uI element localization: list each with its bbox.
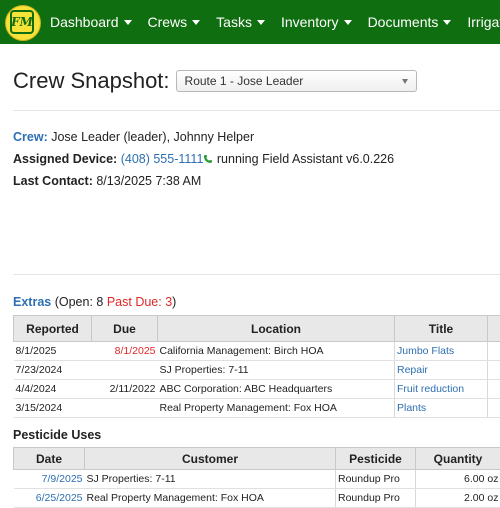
date-link[interactable]: 7/9/2025 [42,473,83,485]
pesticide-heading: Pesticide Uses [13,428,101,442]
cell-extra [488,361,500,380]
table-row[interactable]: 4/4/2024 2/11/2022 ABC Corporation: ABC … [14,380,500,399]
chevron-down-icon [192,20,200,25]
table-row[interactable]: 8/1/2025 8/1/2025 California Management:… [14,342,500,361]
extras-past-due: Past Due: 3 [107,295,172,309]
nav-inventory[interactable]: Inventory [273,14,360,30]
last-contact-label: Last Contact: [13,174,93,188]
top-navbar: FM Dashboard Crews Tasks Inventory Docum… [0,0,500,44]
title-link[interactable]: Plants [397,402,426,414]
col-title[interactable]: Title [395,316,488,342]
col-quantity[interactable]: Quantity [416,448,500,470]
crew-select-value: Route 1 - Jose Leader [185,74,304,88]
last-contact-line: Last Contact: 8/13/2025 7:38 AM [13,174,201,188]
device-app: running Field Assistant v6.0.226 [217,152,394,166]
dropdown-arrow-icon [402,79,408,84]
cell-quantity: 2.00 oz [416,489,500,508]
nav-crews[interactable]: Crews [140,14,209,30]
cell-reported: 7/23/2024 [14,361,92,380]
date-link[interactable]: 6/25/2025 [36,492,83,504]
cell-location: California Management: Birch HOA [158,342,395,361]
title-row: Crew Snapshot: Route 1 - Jose Leader [13,68,417,94]
last-contact-value: 8/13/2025 7:38 AM [96,174,201,188]
cell-extra [488,399,500,418]
col-pesticide[interactable]: Pesticide [336,448,416,470]
extras-label[interactable]: Extras [13,295,51,309]
title-link[interactable]: Fruit reduction [397,383,464,395]
extras-close-paren: ) [172,295,176,309]
app-logo[interactable]: FM [5,5,41,41]
cell-customer: SJ Properties: 7-11 [85,470,336,489]
extras-heading: Extras (Open: 8 Past Due: 3) [13,295,176,309]
col-reported[interactable]: Reported [14,316,92,342]
table-row[interactable]: 7/23/2024 SJ Properties: 7-11 Repair [14,361,500,380]
cell-customer: Real Property Management: Fox HOA [85,489,336,508]
cell-title: Jumbo Flats [395,342,488,361]
extras-table: Reported Due Location Title 8/1/2025 8/1… [13,315,500,418]
table-row[interactable]: 6/25/2025 Real Property Management: Fox … [14,489,500,508]
col-date[interactable]: Date [14,448,85,470]
nav-tasks[interactable]: Tasks [208,14,273,30]
cell-reported: 3/15/2024 [14,399,92,418]
nav-menu: Dashboard Crews Tasks Inventory Document… [42,0,500,44]
divider [13,110,500,111]
device-line: Assigned Device: (408) 555-1111 running … [13,152,394,166]
cell-pesticide: Roundup Pro [336,489,416,508]
device-label: Assigned Device: [13,152,117,166]
cell-extra [488,380,500,399]
chevron-down-icon [443,20,451,25]
cell-location: ABC Corporation: ABC Headquarters [158,380,395,399]
pesticide-table: Date Customer Pesticide Quantity 7/9/202… [13,447,500,508]
device-phone-link[interactable]: (408) 555-1111 [121,152,204,166]
divider [13,274,500,275]
nav-irrigation[interactable]: Irrigation [459,14,500,30]
phone-icon [203,154,213,164]
col-extra [488,316,500,342]
cell-date: 6/25/2025 [14,489,85,508]
extras-open-count: (Open: 8 [55,295,104,309]
chevron-down-icon [257,20,265,25]
logo-icon: FM [10,10,34,34]
cell-reported: 8/1/2025 [14,342,92,361]
chevron-down-icon [344,20,352,25]
cell-extra [488,342,500,361]
chevron-down-icon [124,20,132,25]
cell-due: 2/11/2022 [92,380,158,399]
title-link[interactable]: Repair [397,364,428,376]
col-location[interactable]: Location [158,316,395,342]
cell-quantity: 6.00 oz [416,470,500,489]
crew-select[interactable]: Route 1 - Jose Leader [176,70,417,92]
crew-value: Jose Leader (leader), Johnny Helper [51,130,254,144]
page-title: Crew Snapshot: [13,68,170,94]
cell-title: Repair [395,361,488,380]
col-customer[interactable]: Customer [85,448,336,470]
cell-due [92,399,158,418]
crew-label: Crew: [13,130,48,144]
nav-dashboard[interactable]: Dashboard [42,14,140,30]
cell-due [92,361,158,380]
table-row[interactable]: 3/15/2024 Real Property Management: Fox … [14,399,500,418]
cell-title: Plants [395,399,488,418]
table-row[interactable]: 7/9/2025 SJ Properties: 7-11 Roundup Pro… [14,470,500,489]
cell-reported: 4/4/2024 [14,380,92,399]
cell-location: SJ Properties: 7-11 [158,361,395,380]
crew-line: Crew: Jose Leader (leader), Johnny Helpe… [13,130,254,144]
cell-pesticide: Roundup Pro [336,470,416,489]
title-link[interactable]: Jumbo Flats [397,345,454,357]
cell-location: Real Property Management: Fox HOA [158,399,395,418]
cell-title: Fruit reduction [395,380,488,399]
cell-due: 8/1/2025 [92,342,158,361]
nav-documents[interactable]: Documents [360,14,460,30]
col-due[interactable]: Due [92,316,158,342]
cell-date: 7/9/2025 [14,470,85,489]
